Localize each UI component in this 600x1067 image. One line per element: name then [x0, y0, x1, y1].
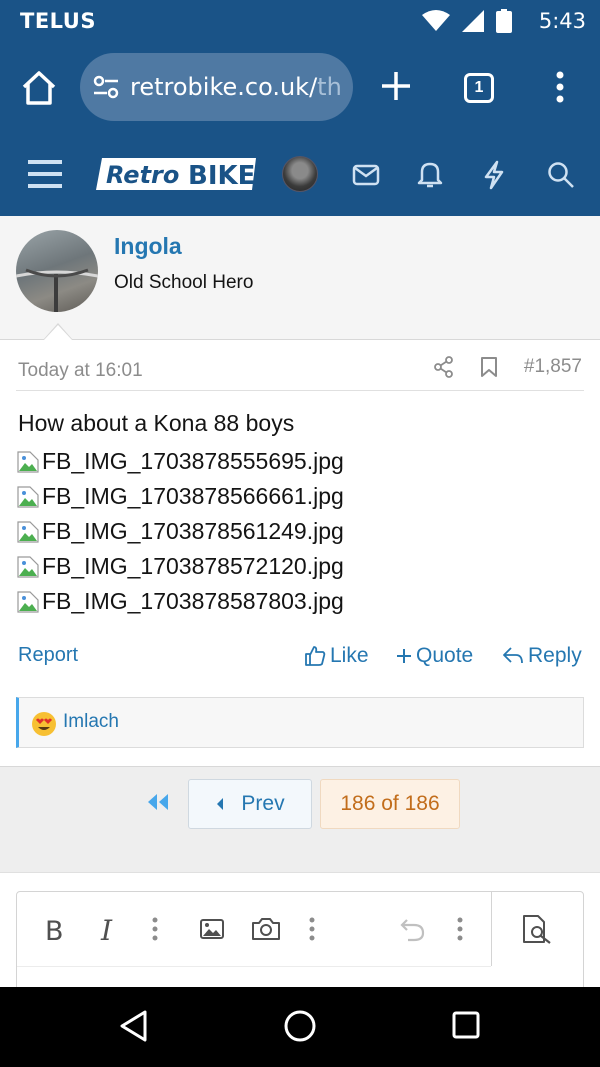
camera-icon[interactable] [251, 917, 281, 941]
post-meta-actions: #1,857 [433, 356, 582, 378]
recents-icon[interactable] [452, 1011, 480, 1039]
attachment-item[interactable]: FB_IMG_1703878572120.jpg [16, 549, 344, 584]
carrier-label: TELUS [20, 9, 96, 33]
battery-icon [496, 9, 512, 33]
attachment-list: FB_IMG_1703878555695.jpg FB_IMG_17038785… [16, 444, 344, 619]
more-insert-options-icon[interactable] [308, 916, 316, 942]
back-icon[interactable] [118, 1009, 148, 1043]
image-icon[interactable] [199, 918, 225, 940]
caret-left-icon [217, 798, 224, 810]
page-indicator[interactable]: 186 of 186 [320, 779, 460, 829]
broken-image-icon [17, 590, 39, 613]
broken-image-icon [17, 555, 39, 578]
wifi-icon [422, 10, 450, 31]
inbox-icon[interactable] [352, 164, 380, 186]
search-icon[interactable] [547, 161, 575, 189]
attachment-item[interactable]: FB_IMG_1703878555695.jpg [16, 444, 344, 479]
clock: 5:43 [538, 9, 586, 33]
post-timestamp[interactable]: Today at 16:01 [18, 360, 143, 382]
reply-editor-area: B I [0, 872, 600, 1001]
undo-icon[interactable] [399, 916, 427, 942]
bell-icon[interactable] [417, 160, 443, 188]
user-avatar[interactable] [16, 230, 98, 312]
tab-switcher-button[interactable]: 1 [464, 73, 494, 103]
preview-icon[interactable] [521, 914, 553, 944]
toolbar-divider [491, 892, 492, 966]
heart-eyes-emoji-icon [32, 712, 56, 736]
broken-image-icon [17, 450, 39, 473]
reply-icon [503, 647, 523, 664]
more-options-icon[interactable] [456, 916, 464, 942]
site-logo[interactable]: Retro BIKE [94, 154, 260, 194]
share-icon[interactable] [433, 356, 454, 378]
plus-icon [397, 649, 411, 663]
browser-toolbar: retrobike.co.uk/th 1 [0, 42, 600, 136]
home-icon[interactable] [20, 70, 58, 106]
divider [16, 390, 584, 391]
post-user-block [0, 216, 600, 340]
lightning-icon[interactable] [483, 160, 505, 190]
prev-page-button[interactable]: Prev [188, 779, 312, 829]
attachment-item[interactable]: FB_IMG_1703878566661.jpg [16, 479, 344, 514]
site-header: Retro BIKE [0, 136, 600, 216]
signal-icon [462, 10, 484, 32]
svg-text:Retro: Retro [106, 161, 179, 189]
attachment-item[interactable]: FB_IMG_1703878587803.jpg [16, 584, 344, 619]
post-actions: Report Like Quote Reply [0, 642, 600, 676]
reply-button[interactable]: Reply [502, 644, 582, 668]
like-button[interactable]: Like [304, 644, 369, 668]
reactions-bar[interactable]: Imlach [16, 697, 584, 748]
italic-icon[interactable]: I [101, 914, 112, 947]
rich-text-editor[interactable]: B I [16, 891, 584, 1001]
hamburger-menu-icon[interactable] [26, 158, 64, 190]
broken-image-icon [17, 520, 39, 543]
account-avatar[interactable] [282, 156, 318, 192]
author-title: Old School Hero [114, 272, 254, 293]
browser-menu-icon[interactable] [549, 70, 571, 104]
first-page-icon[interactable] [146, 793, 170, 811]
thumbs-up-icon [305, 646, 326, 666]
more-text-options-icon[interactable] [151, 916, 159, 942]
report-link[interactable]: Report [18, 644, 78, 667]
address-bar[interactable]: retrobike.co.uk/th [80, 53, 353, 121]
home-circle-icon[interactable] [283, 1009, 317, 1043]
quote-button[interactable]: Quote [396, 644, 473, 668]
post-number[interactable]: #1,857 [524, 356, 582, 378]
pagination: Prev 186 of 186 [0, 766, 600, 872]
broken-image-icon [17, 485, 39, 508]
toolbar-bottom-border [17, 966, 491, 967]
status-bar: TELUS 5:43 [0, 0, 600, 42]
bold-icon[interactable]: B [45, 916, 64, 947]
bookmark-icon[interactable] [480, 356, 498, 378]
new-tab-icon[interactable] [380, 70, 412, 102]
post-author[interactable]: Ingola [114, 233, 182, 260]
system-icons [422, 8, 512, 34]
attachment-item[interactable]: FB_IMG_1703878561249.jpg [16, 514, 344, 549]
site-settings-icon[interactable] [92, 75, 120, 99]
system-navigation-bar [0, 987, 600, 1067]
reaction-users[interactable]: Imlach [63, 711, 119, 733]
url-text: retrobike.co.uk/th [130, 73, 342, 101]
post-body: How about a Kona 88 boys [18, 410, 295, 436]
svg-text:BIKE: BIKE [188, 161, 255, 191]
